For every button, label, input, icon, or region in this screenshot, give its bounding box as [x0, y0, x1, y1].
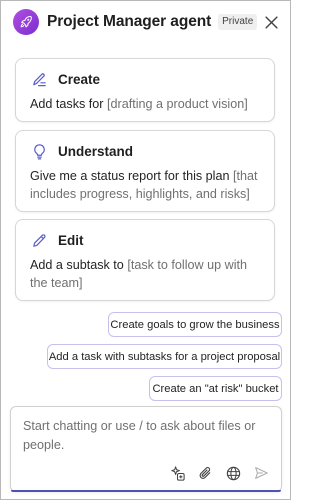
sparkle-add-icon: [170, 465, 185, 481]
close-button[interactable]: [262, 13, 280, 31]
private-badge: Private: [218, 14, 258, 30]
rocket-icon: [20, 16, 32, 28]
chat-composer: Start chatting or use / to ask about fil…: [10, 406, 282, 492]
card-title: Edit: [58, 232, 84, 248]
card-placeholder: [drafting a product vision]: [107, 97, 248, 111]
send-button[interactable]: [251, 463, 271, 483]
composer-toolbar: [159, 463, 271, 483]
suggestion-chip[interactable]: Add a task with subtasks for a project p…: [47, 344, 282, 369]
pen-lines-icon: [30, 70, 48, 88]
lightbulb-icon: [30, 142, 48, 160]
send-icon: [255, 467, 268, 479]
panel-header: Project Manager agent Private: [13, 9, 283, 35]
card-text: Add tasks for [drafting a product vision…: [30, 97, 248, 111]
globe-icon: [226, 466, 240, 480]
prompt-card-create[interactable]: Create Add tasks for [drafting a product…: [15, 58, 275, 122]
pencil-icon: [30, 231, 48, 249]
attach-button[interactable]: [195, 463, 215, 483]
chat-input[interactable]: Start chatting or use / to ask about fil…: [23, 417, 271, 455]
web-search-button[interactable]: [223, 463, 243, 483]
card-title: Create: [58, 71, 101, 87]
panel-title: Project Manager agent: [47, 13, 212, 30]
attach-icon: [199, 466, 210, 479]
card-text: Give me a status report for this plan [t…: [30, 169, 258, 201]
close-icon: [264, 15, 278, 29]
card-text: Add a subtask to [task to follow up with…: [30, 258, 248, 290]
prompt-card-edit[interactable]: Edit Add a subtask to [task to follow up…: [15, 219, 275, 301]
agent-avatar: [13, 9, 39, 35]
sparkle-add-button[interactable]: [167, 463, 187, 483]
suggestion-chip[interactable]: Create an "at risk" bucket: [149, 376, 282, 401]
prompt-card-understand[interactable]: Understand Give me a status report for t…: [15, 130, 275, 212]
card-title: Understand: [58, 143, 134, 159]
suggestion-chip[interactable]: Create goals to grow the business: [108, 312, 282, 337]
